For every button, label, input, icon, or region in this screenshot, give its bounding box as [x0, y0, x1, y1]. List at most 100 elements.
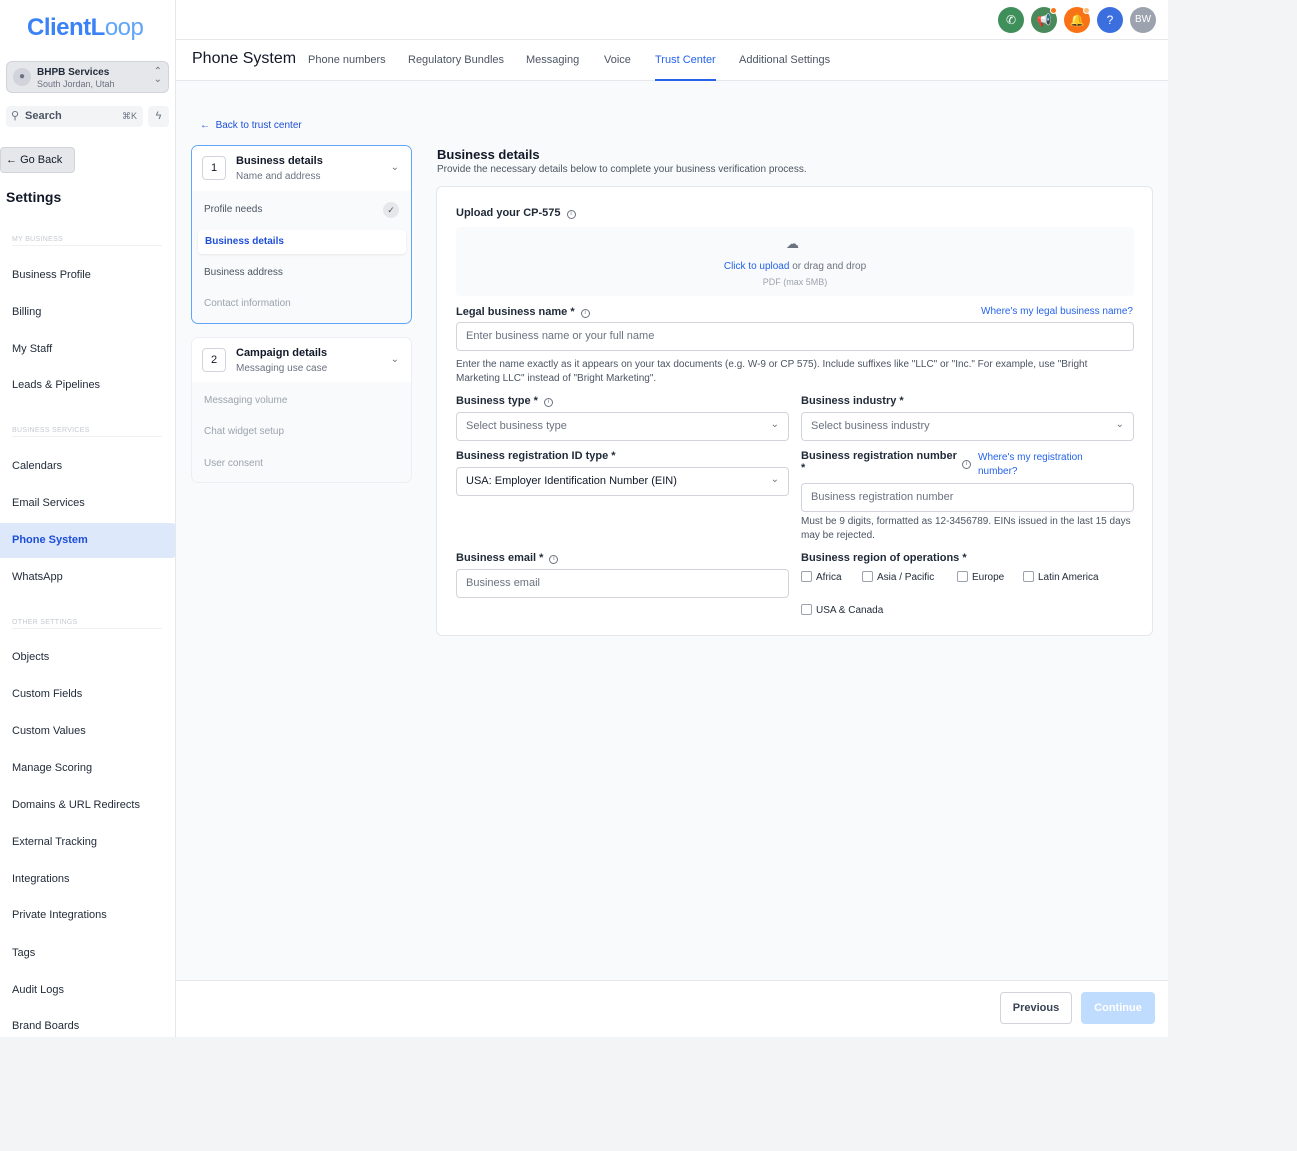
- reg-id-type-select[interactable]: USA: Employer Identification Number (EIN…: [456, 467, 789, 496]
- step-subtitle: Name and address: [236, 171, 321, 182]
- sidebar-item-audit-logs[interactable]: Audit Logs: [0, 973, 175, 1008]
- divider: [12, 245, 162, 246]
- business-type-label: Business type * i: [456, 395, 553, 407]
- sidebar-item-my-staff[interactable]: My Staff: [0, 332, 175, 367]
- email-label: Business email * i: [456, 552, 559, 564]
- divider: [12, 436, 162, 437]
- account-switcher[interactable]: ● BHPB Services South Jordan, Utah ⌃ ⌄: [6, 61, 169, 93]
- step-subtitle: Messaging use case: [236, 363, 328, 374]
- tab-regulatory-bundles[interactable]: Regulatory Bundles: [408, 54, 504, 81]
- form-footer: Previous Continue: [176, 980, 1168, 1037]
- info-icon: i: [580, 309, 590, 318]
- industry-label: Business industry *: [801, 395, 904, 407]
- sidebar-item-leads-pipelines[interactable]: Leads & Pipelines: [0, 368, 175, 403]
- chevron-updown-icon: ⌃ ⌄: [153, 66, 162, 85]
- upload-hint: PDF (max 5MB): [762, 277, 828, 287]
- sidebar-item-private-integrations[interactable]: Private Integrations: [0, 898, 175, 933]
- phone-icon[interactable]: ✆: [998, 7, 1024, 33]
- sidebar-item-domains[interactable]: Domains & URL Redirects: [0, 788, 175, 823]
- tab-trust-center[interactable]: Trust Center: [655, 54, 716, 81]
- region-checkbox-africa[interactable]: Africa: [801, 571, 842, 583]
- step-header[interactable]: 2 Campaign details Messaging use case ⌄: [192, 338, 411, 382]
- search-icon: ⚲: [11, 110, 20, 122]
- lightning-icon[interactable]: ϟ: [148, 106, 169, 127]
- substep-profile-needs[interactable]: Profile needs: [204, 204, 262, 215]
- notification-dot: [1050, 7, 1057, 14]
- sidebar-item-business-profile[interactable]: Business Profile: [0, 258, 175, 293]
- search-label: Search: [25, 110, 62, 122]
- settings-title: Settings: [6, 189, 62, 205]
- sidebar-item-whatsapp[interactable]: WhatsApp: [0, 560, 175, 595]
- step-title: Campaign details: [236, 347, 328, 359]
- notification-dot: [1083, 7, 1090, 14]
- sub-navigation: Phone System Phone numbers Regulatory Bu…: [176, 40, 1168, 81]
- legal-name-help-link[interactable]: Where's my legal business name?: [981, 306, 1133, 317]
- sidebar-item-billing[interactable]: Billing: [0, 295, 175, 330]
- step-business-details: 1 Business details Name and address ⌄ Pr…: [191, 145, 412, 324]
- substep-user-consent[interactable]: User consent: [204, 458, 263, 469]
- sidebar-item-custom-fields[interactable]: Custom Fields: [0, 677, 175, 712]
- reg-number-input[interactable]: Business registration number: [801, 483, 1134, 512]
- sidebar-item-phone-system[interactable]: Phone System: [0, 523, 175, 558]
- tab-messaging[interactable]: Messaging: [526, 54, 579, 81]
- chevron-down-icon: ⌄: [770, 419, 779, 430]
- arrow-left-icon: ←: [200, 120, 210, 131]
- previous-button[interactable]: Previous: [1000, 992, 1072, 1024]
- substep-messaging-volume[interactable]: Messaging volume: [204, 395, 287, 406]
- step-number: 1: [202, 156, 226, 180]
- step-title: Business details: [236, 155, 323, 167]
- substep-business-address[interactable]: Business address: [204, 267, 283, 278]
- region-checkbox-latin-america[interactable]: Latin America: [1023, 571, 1099, 583]
- sidebar-item-calendars[interactable]: Calendars: [0, 449, 175, 484]
- step-header[interactable]: 1 Business details Name and address ⌄: [192, 146, 411, 191]
- region-checkbox-europe[interactable]: Europe: [957, 571, 1004, 583]
- section-header: BUSINESS SERVICES: [12, 427, 90, 434]
- section-header: OTHER SETTINGS: [12, 619, 78, 626]
- chevron-down-icon: ⌄: [770, 474, 779, 485]
- region-checkbox-asia-pacific[interactable]: Asia / Pacific: [862, 571, 934, 583]
- sidebar-item-email-services[interactable]: Email Services: [0, 486, 175, 521]
- step-campaign-details: 2 Campaign details Messaging use case ⌄ …: [191, 337, 412, 483]
- click-to-upload-link[interactable]: Click to upload: [724, 261, 790, 272]
- legal-name-input[interactable]: Enter business name or your full name: [456, 322, 1134, 351]
- account-name: BHPB Services: [37, 67, 110, 78]
- form-title: Business details: [437, 147, 540, 162]
- tab-additional-settings[interactable]: Additional Settings: [739, 54, 830, 81]
- chevron-down-icon: ⌄: [1115, 419, 1124, 430]
- account-location: South Jordan, Utah: [37, 79, 115, 89]
- email-input[interactable]: Business email: [456, 569, 789, 598]
- sidebar-item-tags[interactable]: Tags: [0, 936, 175, 971]
- region-checkbox-usa-canada[interactable]: USA & Canada: [801, 604, 883, 616]
- tab-phone-numbers[interactable]: Phone numbers: [308, 54, 386, 81]
- bell-icon[interactable]: 🔔: [1064, 7, 1090, 33]
- sidebar-item-brand-boards[interactable]: Brand Boards: [0, 1009, 175, 1037]
- sidebar-item-objects[interactable]: Objects: [0, 640, 175, 675]
- substep-chat-widget-setup[interactable]: Chat widget setup: [204, 426, 284, 437]
- upload-dropzone[interactable]: ☁ Click to upload or drag and drop PDF (…: [456, 227, 1134, 296]
- back-to-trust-center-link[interactable]: ← Back to trust center: [200, 120, 302, 131]
- sidebar-item-external-tracking[interactable]: External Tracking: [0, 825, 175, 860]
- info-icon: i: [962, 460, 971, 469]
- reg-number-help-link[interactable]: Where's my registration number?: [978, 451, 1118, 479]
- step-number: 2: [202, 348, 226, 372]
- substep-contact-information[interactable]: Contact information: [204, 298, 291, 309]
- business-type-select[interactable]: Select business type ⌄: [456, 412, 789, 441]
- go-back-button[interactable]: ← Go Back: [0, 147, 75, 173]
- sidebar-item-integrations[interactable]: Integrations: [0, 862, 175, 897]
- search-input[interactable]: ⚲ Search ⌘K: [6, 106, 143, 127]
- avatar[interactable]: BW: [1130, 7, 1156, 33]
- megaphone-icon[interactable]: 📢: [1031, 7, 1057, 33]
- sidebar: ClientLoop ● BHPB Services South Jordan,…: [0, 0, 176, 1037]
- logo: ClientLoop: [27, 14, 144, 41]
- reg-id-type-label: Business registration ID type *: [456, 450, 616, 462]
- industry-select[interactable]: Select business industry ⌄: [801, 412, 1134, 441]
- continue-button[interactable]: Continue: [1081, 992, 1155, 1024]
- upload-label: Upload your CP-575 i: [456, 207, 576, 219]
- tab-voice[interactable]: Voice: [604, 54, 631, 81]
- upload-text: Click to upload or drag and drop: [723, 261, 867, 272]
- substep-business-details[interactable]: Business details: [198, 230, 406, 254]
- sidebar-item-custom-values[interactable]: Custom Values: [0, 714, 175, 749]
- search-shortcut: ⌘K: [121, 111, 137, 121]
- help-icon[interactable]: ?: [1097, 7, 1123, 33]
- sidebar-item-manage-scoring[interactable]: Manage Scoring: [0, 751, 175, 786]
